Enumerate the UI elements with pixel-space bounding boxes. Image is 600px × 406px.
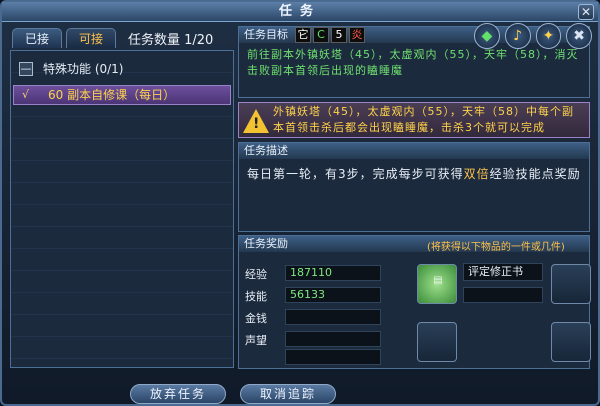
warning-text: 外镇妖塔（45），太虚观内（55），天牢（58）中每个副本首领击杀后都会出现瞌睡…: [273, 105, 574, 134]
reward-value: [285, 349, 381, 365]
untrack-quest-button[interactable]: 取消追踪: [240, 384, 336, 404]
description-text-end: 经验技能点奖励: [489, 167, 581, 181]
quest-list: — 特殊功能 (0/1) √ 60 副本自修课（每日）: [10, 50, 234, 368]
description-text: 每日第一轮，有3步，完成每步可获得双倍经验技能点奖励: [247, 165, 583, 183]
reward-item-detail: [463, 287, 543, 303]
tab-accepted[interactable]: 已接: [12, 28, 62, 48]
description-panel: 任务描述 每日第一轮，有3步，完成每步可获得双倍经验技能点奖励: [238, 142, 590, 232]
warning-icon: !: [253, 116, 260, 132]
mark-icon[interactable]: 炎: [349, 27, 365, 43]
reward-row-reputation: 声望: [245, 331, 381, 347]
quest-window: 任务 ✕ 已接 可接 任务数量 1/20 — 特殊功能 (0/1) √ 60 副…: [0, 0, 600, 406]
quest-count: 任务数量 1/20: [128, 33, 214, 48]
reward-value: 187110: [285, 265, 381, 281]
reward-value: [285, 331, 381, 347]
category-row[interactable]: — 特殊功能 (0/1): [15, 59, 231, 79]
description-text-start: 每日第一轮，有3步，完成每步可获得: [247, 167, 464, 181]
reward-label: 技能: [245, 290, 267, 303]
reward-value: [285, 309, 381, 325]
reward-item-name: 评定修正书: [463, 263, 543, 281]
mark-icon[interactable]: C: [313, 27, 329, 43]
quest-row-selected[interactable]: √ 60 副本自修课（每日）: [13, 85, 231, 105]
tab-available[interactable]: 可接: [66, 28, 116, 48]
sword-icon[interactable]: ✦: [535, 23, 562, 49]
speaker-icon[interactable]: ♪: [504, 23, 531, 49]
collapse-toggle[interactable]: —: [19, 62, 33, 76]
reward-item-slot[interactable]: [551, 264, 591, 304]
reward-row-money: 金钱: [245, 309, 381, 325]
target-text: 前往副本外镇妖塔（45），太虚观内（55），天牢（58），消灭击败副本首领后出现…: [247, 48, 579, 77]
description-highlight: 双倍: [463, 167, 490, 181]
mark-icon[interactable]: 它: [295, 27, 311, 43]
reward-item-slot[interactable]: ▤: [417, 264, 457, 304]
hud-icons: ◆ ♪ ✦ ✖: [474, 23, 592, 51]
category-label: 特殊功能 (0/1): [43, 62, 124, 76]
target-marks: 它 C 5 炎: [295, 27, 365, 43]
description-header: 任务描述: [239, 143, 589, 159]
mark-icon[interactable]: 5: [331, 27, 347, 43]
close-button[interactable]: ✕: [578, 4, 594, 20]
reward-label: 经验: [245, 268, 267, 281]
reward-item-slot[interactable]: [417, 322, 457, 362]
abandon-quest-button[interactable]: 放弃任务: [130, 384, 226, 404]
reward-row-exp: 经验 187110: [245, 265, 381, 281]
reward-item-slot[interactable]: [551, 322, 591, 362]
reward-panel: 任务奖励 (将获得以下物品的一件或几件) 经验 187110 技能 56133 …: [238, 235, 591, 369]
warning-box: ! 外镇妖塔（45），太虚观内（55），天牢（58）中每个副本首领击杀后都会出现…: [238, 102, 590, 138]
reward-note: (将获得以下物品的一件或几件): [427, 242, 565, 253]
reward-row-extra: [245, 349, 381, 365]
reward-value: 56133: [285, 287, 381, 303]
pickaxe-icon[interactable]: ✖: [566, 23, 592, 49]
book-icon: ▤: [433, 275, 443, 286]
green-gem-icon[interactable]: ◆: [474, 23, 500, 49]
reward-label: 声望: [245, 334, 267, 347]
reward-row-skill: 技能 56133: [245, 287, 381, 303]
window-title: 任务: [2, 2, 598, 22]
quest-label: 60 副本自修课（每日）: [48, 88, 176, 102]
check-icon: √: [22, 88, 30, 101]
reward-label: 金钱: [245, 312, 267, 325]
